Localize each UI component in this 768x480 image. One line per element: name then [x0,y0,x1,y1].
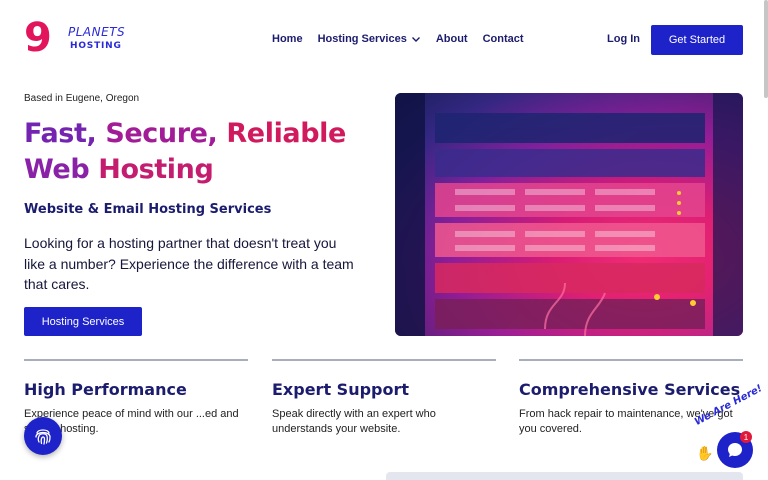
chat-bubble-icon [728,443,742,457]
get-started-button[interactable]: Get Started [651,25,743,55]
fingerprint-button[interactable] [24,417,62,455]
logo-nine: 9 [24,15,52,61]
notification-badge: 1 [740,431,752,443]
fingerprint-icon [35,429,51,445]
nav-hosting-services-label: Hosting Services [317,33,407,45]
hero-subheading: Website & Email Hosting Services [24,202,272,217]
feature-title: Expert Support [272,380,410,399]
feature-divider [519,359,743,361]
hero-title-word: Web [24,154,90,185]
nav-contact[interactable]: Contact [483,33,524,45]
logo[interactable]: 9 PLANETS HOSTING [24,18,125,58]
feature-text: Speak directly with an expert who unders… [272,408,436,435]
site-header: 9 PLANETS HOSTING Home Hosting Services … [0,0,768,80]
chat-widget[interactable]: We Are Here! ✋ 1 [693,383,768,475]
scrollbar[interactable] [764,0,768,98]
hero-title: Fast, Secure, Reliable Web Hosting [24,116,346,188]
waving-hand-icon: ✋ [696,445,714,461]
nav-home[interactable]: Home [272,33,303,45]
hero-title-word: Hosting [98,154,214,185]
feature-title: High Performance [24,380,187,399]
feature-title: Comprehensive Services [519,380,741,399]
location-eyebrow: Based in Eugene, Oregon [24,93,140,104]
hosting-services-button[interactable]: Hosting Services [24,307,142,336]
server-rack-illustration [395,93,743,336]
next-section-edge [386,472,743,480]
logo-planets-text: PLANETS [68,25,126,39]
chevron-down-icon [411,37,420,42]
server-rack-image [395,93,743,336]
feature-divider [24,359,248,361]
hero-title-word: Secure, [105,118,218,149]
main-nav: Home Hosting Services About Contact [272,33,539,45]
feature-comprehensive-services: Comprehensive Services From hack repair … [519,359,743,435]
nav-about[interactable]: About [436,33,468,45]
hero-title-word: Reliable [226,118,346,149]
feature-high-performance: High Performance Experience peace of min… [24,359,248,435]
nav-hosting-services[interactable]: Hosting Services [318,33,421,45]
feature-divider [272,359,496,361]
hero-title-word: Fast, [24,118,97,149]
logo-hosting-text: HOSTING [70,41,122,51]
feature-expert-support: Expert Support Speak directly with an ex… [272,359,496,435]
login-link[interactable]: Log In [607,33,640,45]
hero-body: Looking for a hosting partner that doesn… [24,235,354,292]
